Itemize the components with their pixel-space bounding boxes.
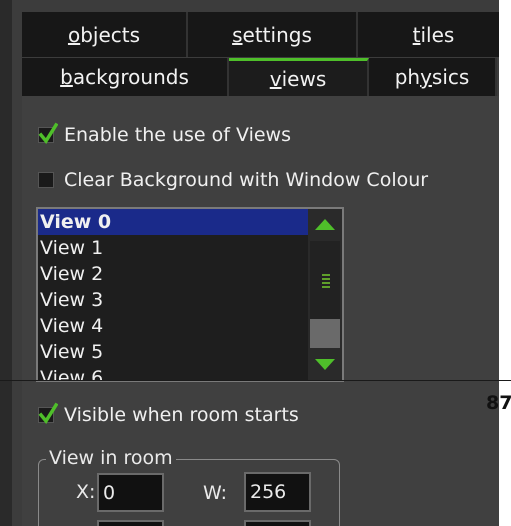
view-h-field[interactable] <box>244 520 311 526</box>
view-x-field[interactable] <box>97 473 164 512</box>
view-y-field[interactable] <box>97 520 164 526</box>
views-list: View 0 View 1 View 2 View 3 View 4 View … <box>38 209 308 380</box>
tab-settings[interactable]: s ettings <box>188 12 358 57</box>
page-margin <box>499 0 511 526</box>
visible-on-start-label: Visible when room starts <box>64 404 299 426</box>
list-item-view-2[interactable]: View 2 <box>38 261 308 287</box>
tab-backgrounds[interactable]: b ackgrounds <box>22 58 229 96</box>
scroll-down-arrow-icon[interactable] <box>308 350 342 380</box>
enable-views-label: Enable the use of Views <box>64 124 291 146</box>
views-scrollbar[interactable] <box>308 209 342 380</box>
list-item-view-4[interactable]: View 4 <box>38 313 308 339</box>
enable-views-option[interactable]: Enable the use of Views <box>38 122 291 146</box>
list-item-view-0[interactable]: View 0 <box>38 209 308 235</box>
left-edge <box>0 0 12 526</box>
checkmark-icon <box>38 402 58 424</box>
scroll-track[interactable] <box>310 241 340 348</box>
tab-row-top: o bjects s ettings t iles <box>22 12 511 57</box>
page-number: 87 <box>486 392 511 414</box>
x-label: X: <box>76 481 96 503</box>
tab-row-bottom: b ackgrounds v iews ph y sics <box>22 58 497 96</box>
views-listbox[interactable]: View 0 View 1 View 2 View 3 View 4 View … <box>36 207 344 382</box>
tab-views[interactable]: v iews <box>229 58 369 96</box>
page-divider <box>0 380 511 381</box>
w-label: W: <box>203 482 228 504</box>
clear-background-checkbox[interactable] <box>38 172 54 188</box>
view-w-field[interactable] <box>244 472 311 512</box>
checkmark-icon <box>38 122 58 144</box>
visible-on-start-option[interactable]: Visible when room starts <box>38 402 299 426</box>
tab-tiles[interactable]: t iles <box>358 12 511 57</box>
grip-icon <box>322 274 330 290</box>
list-item-view-1[interactable]: View 1 <box>38 235 308 261</box>
list-item-view-3[interactable]: View 3 <box>38 287 308 313</box>
list-item-view-5[interactable]: View 5 <box>38 339 308 365</box>
room-properties-panel: o bjects s ettings t iles b ackgrounds v iews… <box>0 0 511 526</box>
clear-background-label: Clear Background with Window Colour <box>64 169 429 191</box>
clear-background-option[interactable]: Clear Background with Window Colour <box>38 169 428 191</box>
visible-on-start-checkbox[interactable] <box>38 402 58 424</box>
scroll-up-arrow-icon[interactable] <box>308 209 342 239</box>
tab-physics[interactable]: ph y sics <box>369 58 497 96</box>
enable-views-checkbox[interactable] <box>38 122 58 144</box>
scroll-thumb[interactable] <box>310 241 340 319</box>
scroll-track-lower[interactable] <box>310 319 340 348</box>
tab-objects[interactable]: o bjects <box>22 12 188 57</box>
view-in-room-title: View in room <box>46 447 176 469</box>
